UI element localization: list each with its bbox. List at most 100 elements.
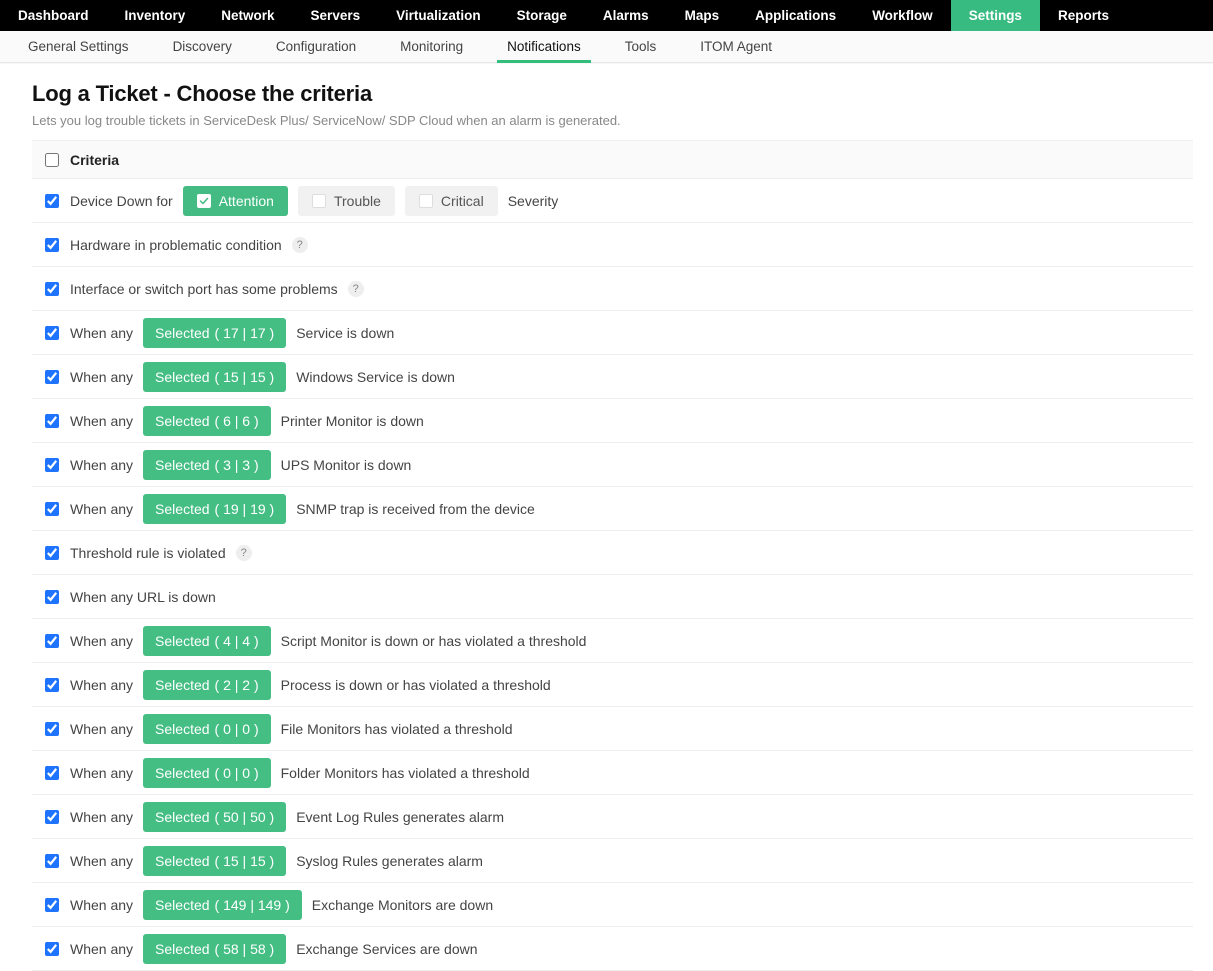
row-checkbox[interactable] xyxy=(45,502,59,516)
row-checkbox[interactable] xyxy=(45,370,59,384)
selected-count: ( 149 | 149 ) xyxy=(215,897,290,913)
criteria-row: Threshold rule is violated? xyxy=(32,531,1193,575)
selected-count-button[interactable]: Selected( 58 | 58 ) xyxy=(143,934,286,964)
main-nav-item-settings[interactable]: Settings xyxy=(951,0,1040,31)
main-nav-item-alarms[interactable]: Alarms xyxy=(585,0,667,31)
criteria-row: When anySelected( 15 | 15 )Windows Servi… xyxy=(32,355,1193,399)
main-nav-item-dashboard[interactable]: Dashboard xyxy=(0,0,107,31)
main-nav-item-virtualization[interactable]: Virtualization xyxy=(378,0,499,31)
selected-count-button[interactable]: Selected( 2 | 2 ) xyxy=(143,670,271,700)
selected-count-button[interactable]: Selected( 6 | 6 ) xyxy=(143,406,271,436)
criteria-text: Process is down or has violated a thresh… xyxy=(281,677,551,693)
row-checkbox-cell xyxy=(32,455,70,475)
criteria-row-body: When anySelected( 149 | 149 )Exchange Mo… xyxy=(70,890,493,920)
severity-option-trouble[interactable]: Trouble xyxy=(298,186,395,216)
sub-nav-tab-configuration[interactable]: Configuration xyxy=(254,31,378,62)
sub-nav-tab-discovery[interactable]: Discovery xyxy=(151,31,254,62)
selected-count-button[interactable]: Selected( 15 | 15 ) xyxy=(143,846,286,876)
row-checkbox[interactable] xyxy=(45,678,59,692)
main-nav-item-servers[interactable]: Servers xyxy=(293,0,379,31)
row-checkbox[interactable] xyxy=(45,942,59,956)
selected-count-button[interactable]: Selected( 19 | 19 ) xyxy=(143,494,286,524)
checkbox-empty-icon xyxy=(312,194,326,208)
criteria-text: When any URL is down xyxy=(70,589,216,605)
severity-option-label: Trouble xyxy=(334,193,381,209)
main-nav-item-label: Applications xyxy=(755,8,836,23)
selected-count: ( 19 | 19 ) xyxy=(215,501,275,517)
selected-label: Selected xyxy=(155,413,209,429)
when-any-label: When any xyxy=(70,325,133,341)
row-checkbox-cell xyxy=(32,411,70,431)
selected-count-button[interactable]: Selected( 15 | 15 ) xyxy=(143,362,286,392)
criteria-row: When anySelected( 149 | 149 )Exchange Mo… xyxy=(32,883,1193,927)
help-icon[interactable]: ? xyxy=(292,237,308,253)
select-all-checkbox[interactable] xyxy=(45,153,59,167)
main-nav-item-label: Network xyxy=(221,8,274,23)
row-checkbox[interactable] xyxy=(45,194,59,208)
criteria-row: When anySelected( 58 | 58 )Exchange Serv… xyxy=(32,927,1193,971)
severity-option-critical[interactable]: Critical xyxy=(405,186,498,216)
when-any-label: When any xyxy=(70,941,133,957)
row-checkbox[interactable] xyxy=(45,634,59,648)
row-checkbox-cell xyxy=(32,323,70,343)
sub-nav-tab-monitoring[interactable]: Monitoring xyxy=(378,31,485,62)
help-icon[interactable]: ? xyxy=(236,545,252,561)
selected-count-button[interactable]: Selected( 0 | 0 ) xyxy=(143,714,271,744)
row-checkbox[interactable] xyxy=(45,590,59,604)
main-nav-item-reports[interactable]: Reports xyxy=(1040,0,1127,31)
main-nav-item-maps[interactable]: Maps xyxy=(667,0,738,31)
row-checkbox[interactable] xyxy=(45,854,59,868)
row-checkbox[interactable] xyxy=(45,238,59,252)
main-nav-item-storage[interactable]: Storage xyxy=(499,0,585,31)
row-checkbox[interactable] xyxy=(45,898,59,912)
row-checkbox[interactable] xyxy=(45,414,59,428)
when-any-label: When any xyxy=(70,413,133,429)
criteria-row: When anySelected( 0 | 0 )Folder Monitors… xyxy=(32,751,1193,795)
main-nav-item-applications[interactable]: Applications xyxy=(737,0,854,31)
row-checkbox-cell xyxy=(32,587,70,607)
criteria-text: Exchange Monitors are down xyxy=(312,897,493,913)
criteria-row-body: Device Down forAttentionTroubleCriticalS… xyxy=(70,186,558,216)
sub-nav-tab-notifications[interactable]: Notifications xyxy=(485,31,603,62)
row-checkbox[interactable] xyxy=(45,546,59,560)
criteria-row-body: Threshold rule is violated? xyxy=(70,545,252,561)
sub-nav-tab-general-settings[interactable]: General Settings xyxy=(6,31,151,62)
when-any-label: When any xyxy=(70,369,133,385)
sub-nav-tab-tools[interactable]: Tools xyxy=(603,31,679,62)
row-checkbox[interactable] xyxy=(45,458,59,472)
row-checkbox[interactable] xyxy=(45,766,59,780)
main-nav-item-inventory[interactable]: Inventory xyxy=(107,0,204,31)
sub-nav-tab-label: General Settings xyxy=(28,39,129,54)
sub-nav-tab-label: Discovery xyxy=(173,39,232,54)
row-checkbox[interactable] xyxy=(45,326,59,340)
row-checkbox[interactable] xyxy=(45,810,59,824)
criteria-text: Event Log Rules generates alarm xyxy=(296,809,504,825)
severity-option-attention[interactable]: Attention xyxy=(183,186,288,216)
when-any-label: When any xyxy=(70,721,133,737)
help-icon[interactable]: ? xyxy=(348,281,364,297)
criteria-row-body: When anySelected( 0 | 0 )File Monitors h… xyxy=(70,714,513,744)
sub-nav-tab-label: Configuration xyxy=(276,39,356,54)
main-nav-item-label: Dashboard xyxy=(18,8,89,23)
sub-nav-tab-itom-agent[interactable]: ITOM Agent xyxy=(678,31,794,62)
severity-suffix: Severity xyxy=(508,193,559,209)
main-nav-item-network[interactable]: Network xyxy=(203,0,292,31)
criteria-text: Syslog Rules generates alarm xyxy=(296,853,483,869)
when-any-label: When any xyxy=(70,809,133,825)
sub-nav-tab-label: ITOM Agent xyxy=(700,39,772,54)
selected-count-button[interactable]: Selected( 0 | 0 ) xyxy=(143,758,271,788)
when-any-label: When any xyxy=(70,457,133,473)
checkbox-empty-icon xyxy=(419,194,433,208)
selected-count-button[interactable]: Selected( 17 | 17 ) xyxy=(143,318,286,348)
criteria-row: Hardware in problematic condition? xyxy=(32,223,1193,267)
row-checkbox[interactable] xyxy=(45,282,59,296)
selected-count-button[interactable]: Selected( 50 | 50 ) xyxy=(143,802,286,832)
row-checkbox-cell xyxy=(32,235,70,255)
selected-count: ( 15 | 15 ) xyxy=(215,853,275,869)
selected-count-button[interactable]: Selected( 3 | 3 ) xyxy=(143,450,271,480)
criteria-text: Service is down xyxy=(296,325,394,341)
selected-count-button[interactable]: Selected( 149 | 149 ) xyxy=(143,890,302,920)
main-nav-item-workflow[interactable]: Workflow xyxy=(854,0,951,31)
selected-count-button[interactable]: Selected( 4 | 4 ) xyxy=(143,626,271,656)
row-checkbox[interactable] xyxy=(45,722,59,736)
